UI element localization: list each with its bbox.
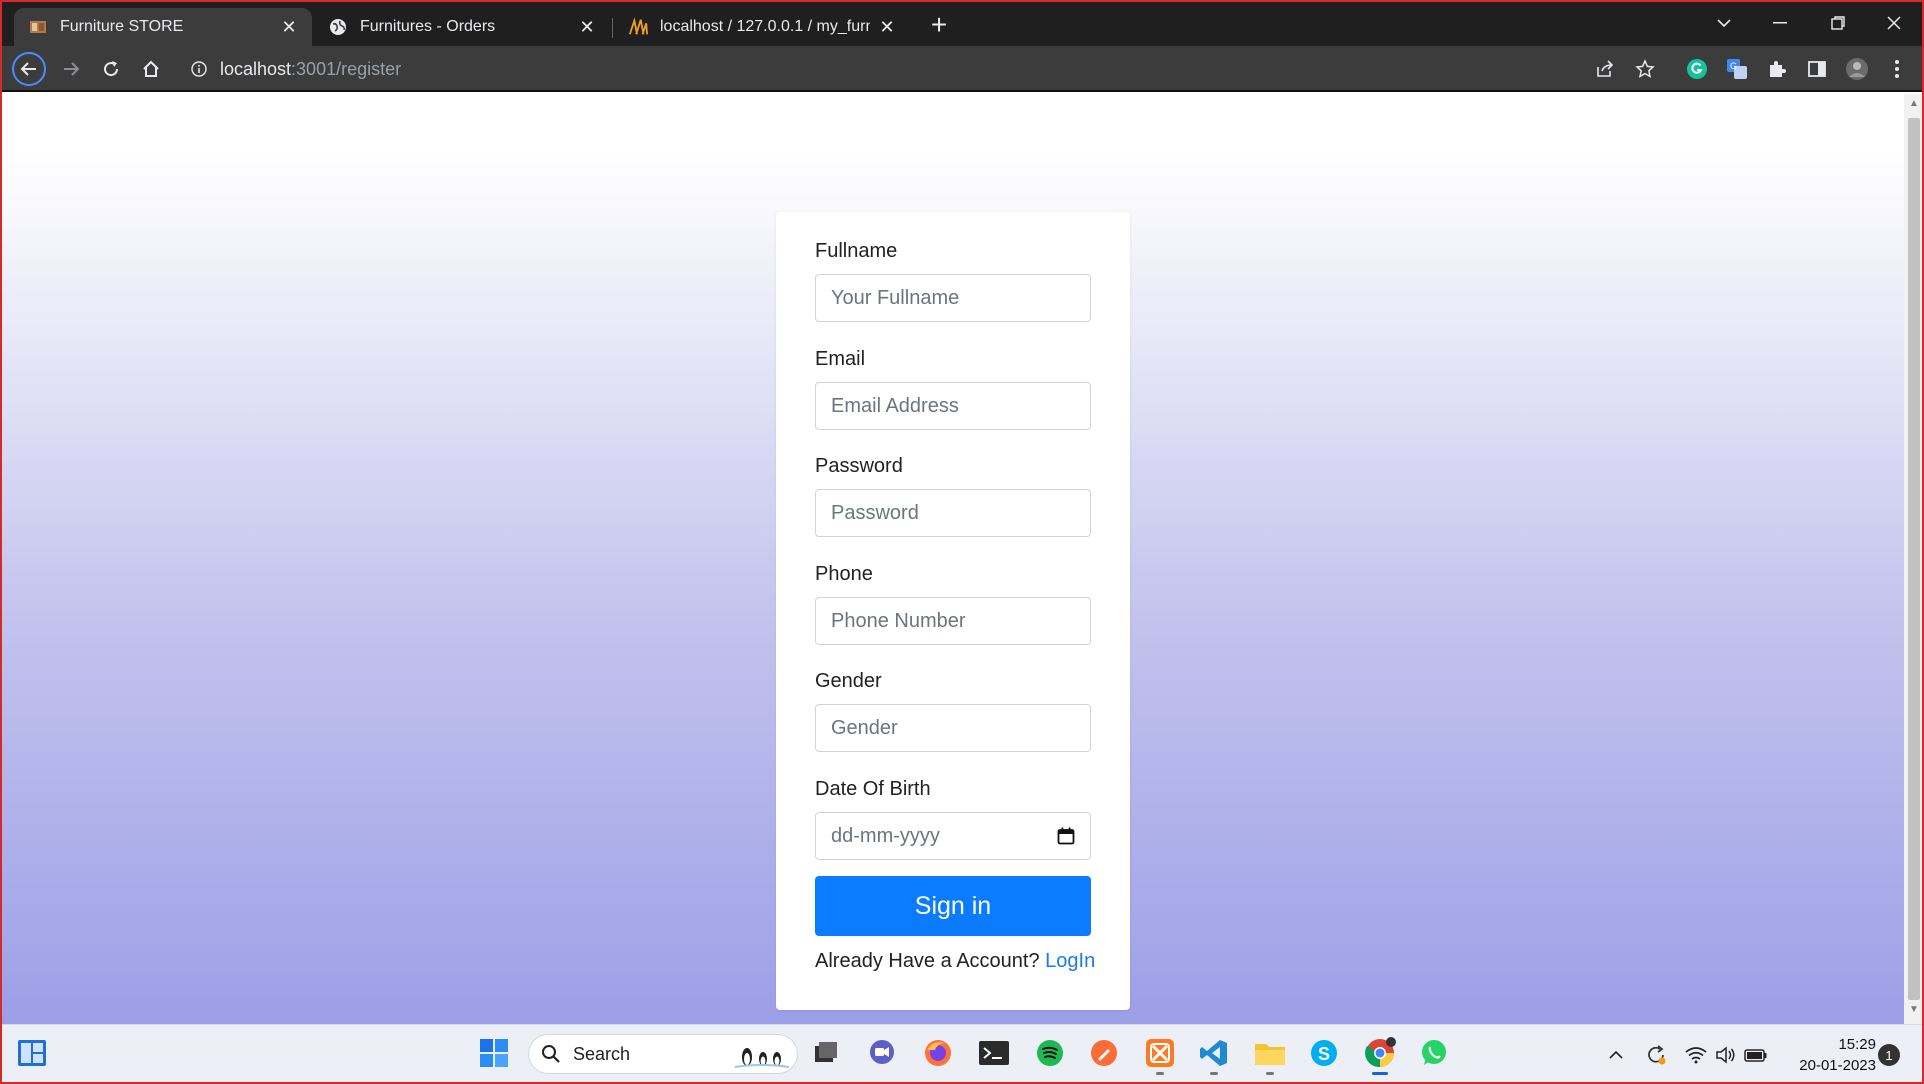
register-form: Fullname Email Password Phone Gender Dat… xyxy=(776,212,1130,1010)
login-link[interactable]: LogIn xyxy=(1045,950,1095,972)
fullname-label: Fullname xyxy=(815,240,898,262)
tab-title: localhost / 127.0.0.1 / my_furnitu xyxy=(660,18,870,35)
skype-icon[interactable]: S xyxy=(1304,1033,1344,1073)
tab-phpmyadmin[interactable]: localhost / 127.0.0.1 / my_furnitu ✕ xyxy=(614,8,910,46)
task-view-icon[interactable] xyxy=(806,1033,846,1073)
date-placeholder: dd-mm-yyyy xyxy=(831,824,940,847)
svg-text:S: S xyxy=(1318,1044,1330,1064)
arrow-left-icon xyxy=(20,62,36,76)
system-clock[interactable]: 15:29 20-01-2023 xyxy=(1772,1034,1876,1076)
date-of-birth-input[interactable]: dd-mm-yyyy xyxy=(815,812,1091,860)
tab-search-chevron-icon[interactable] xyxy=(1696,2,1752,44)
running-indicator xyxy=(1266,1072,1274,1075)
file-explorer-icon[interactable] xyxy=(1250,1033,1290,1075)
url-path: :3001/register xyxy=(291,58,402,79)
side-panel-icon[interactable] xyxy=(1804,56,1830,82)
vertical-scrollbar[interactable]: ▲ ▼ xyxy=(1904,94,1922,1024)
tab-furnitures-orders[interactable]: Furnitures - Orders ✕ xyxy=(314,8,610,46)
running-indicator xyxy=(1210,1072,1218,1075)
home-button[interactable] xyxy=(134,52,168,86)
search-icon xyxy=(542,1045,560,1063)
wifi-icon[interactable] xyxy=(1684,1043,1708,1067)
tab-separator xyxy=(612,18,613,38)
running-indicator xyxy=(1156,1072,1164,1075)
email-label: Email xyxy=(815,348,866,370)
teams-chat-icon[interactable] xyxy=(862,1033,902,1073)
xampp-icon[interactable] xyxy=(1140,1033,1180,1075)
clock-time: 15:29 xyxy=(1838,1036,1876,1053)
windows-taskbar: Search S 15:29 20-01-2023 1 xyxy=(2,1024,1922,1082)
sign-in-button[interactable]: Sign in xyxy=(815,876,1091,936)
account-prompt-text: Already Have a Account? xyxy=(815,950,1040,972)
date-of-birth-label: Date Of Birth xyxy=(815,778,931,800)
new-tab-button[interactable]: + xyxy=(924,9,954,40)
share-icon[interactable] xyxy=(1592,56,1618,82)
close-tab-icon[interactable]: ✕ xyxy=(576,16,598,38)
phone-label: Phone xyxy=(815,563,873,585)
password-label: Password xyxy=(815,455,903,477)
close-window-icon[interactable] xyxy=(1866,2,1922,44)
gender-input[interactable] xyxy=(815,704,1091,752)
clock-date: 20-01-2023 xyxy=(1799,1057,1876,1074)
fullname-input[interactable] xyxy=(815,274,1091,322)
active-indicator xyxy=(1372,1072,1388,1075)
arrow-right-icon xyxy=(64,62,80,76)
password-input[interactable] xyxy=(815,489,1091,537)
browser-toolbar: localhost:3001/register G xyxy=(2,46,1922,92)
gender-label: Gender xyxy=(815,670,882,692)
home-icon xyxy=(143,60,159,77)
phone-input[interactable] xyxy=(815,597,1091,645)
grammarly-icon[interactable] xyxy=(1684,56,1710,82)
site-info-icon[interactable] xyxy=(182,52,216,86)
whatsapp-icon[interactable] xyxy=(1414,1033,1454,1073)
globe-icon xyxy=(328,17,348,37)
translate-icon[interactable]: G xyxy=(1724,56,1750,82)
spotify-icon[interactable] xyxy=(1030,1033,1070,1073)
email-input[interactable] xyxy=(815,382,1091,430)
chrome-icon[interactable] xyxy=(1360,1033,1400,1075)
reload-icon xyxy=(104,61,119,77)
svg-text:G: G xyxy=(1730,61,1737,71)
calendar-icon[interactable] xyxy=(1057,827,1075,845)
close-tab-icon[interactable]: ✕ xyxy=(876,16,898,38)
furniture-favicon-icon xyxy=(28,17,48,37)
address-bar[interactable]: localhost:3001/register xyxy=(220,53,1620,85)
terminal-icon[interactable] xyxy=(974,1033,1014,1073)
menu-kebab-icon[interactable] xyxy=(1884,56,1910,82)
back-button[interactable] xyxy=(12,52,46,86)
extensions-puzzle-icon[interactable] xyxy=(1764,56,1790,82)
url-host: localhost xyxy=(220,58,292,79)
start-windows-icon[interactable] xyxy=(474,1033,514,1073)
login-prompt: Already Have a Account? LogIn xyxy=(815,950,1095,973)
browser-window: Furniture STORE ✕ Furnitures - Orders ✕ … xyxy=(0,0,1924,1084)
taskbar-search[interactable]: Search xyxy=(528,1034,798,1074)
sync-icon[interactable] xyxy=(1644,1043,1668,1067)
vscode-icon[interactable] xyxy=(1194,1033,1234,1075)
minimize-icon[interactable] xyxy=(1752,2,1808,44)
widgets-icon[interactable] xyxy=(12,1033,52,1073)
battery-icon[interactable] xyxy=(1744,1043,1768,1067)
tab-furniture-store[interactable]: Furniture STORE ✕ xyxy=(14,8,312,46)
penguins-search-highlight-icon xyxy=(734,1048,789,1068)
page-viewport: Fullname Email Password Phone Gender Dat… xyxy=(2,94,1904,1024)
search-label: Search xyxy=(573,1043,631,1064)
restore-icon[interactable] xyxy=(1810,2,1866,44)
postman-icon[interactable] xyxy=(1084,1033,1124,1073)
reload-button[interactable] xyxy=(94,52,128,86)
tab-strip: Furniture STORE ✕ Furnitures - Orders ✕ … xyxy=(2,2,1922,46)
tray-overflow-chevron-icon[interactable] xyxy=(1604,1043,1628,1067)
firefox-icon[interactable] xyxy=(918,1033,958,1073)
notification-badge[interactable]: 1 xyxy=(1878,1044,1900,1066)
tab-title: Furniture STORE xyxy=(60,18,184,35)
scroll-up-arrow-icon[interactable]: ▲ xyxy=(1908,98,1920,112)
bookmark-star-icon[interactable] xyxy=(1632,56,1658,82)
volume-icon[interactable] xyxy=(1714,1043,1738,1067)
phpmyadmin-icon xyxy=(628,17,648,37)
forward-button[interactable] xyxy=(54,52,88,86)
scroll-thumb[interactable] xyxy=(1908,118,1920,1000)
scroll-down-arrow-icon[interactable]: ▼ xyxy=(1908,1004,1920,1018)
tab-title: Furnitures - Orders xyxy=(360,18,496,35)
close-tab-icon[interactable]: ✕ xyxy=(278,16,300,38)
profile-avatar-icon[interactable] xyxy=(1844,56,1870,82)
